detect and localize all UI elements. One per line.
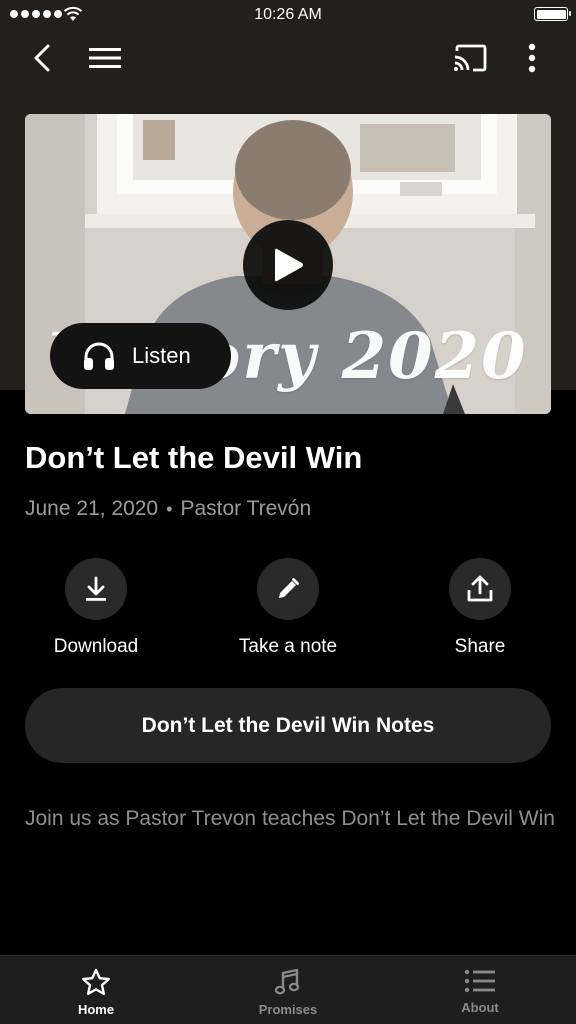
listen-button[interactable]: Listen — [50, 323, 231, 389]
download-label: Download — [53, 636, 139, 657]
download-action[interactable]: Download — [21, 558, 171, 658]
sermon-meta: June 21, 2020 • Pastor Trevón — [25, 497, 311, 521]
share-action[interactable]: Share — [405, 558, 555, 658]
battery-icon — [534, 7, 571, 21]
sermon-detail-screen: 10:26 AM Victory 2020 Listen Don’t Let t… — [0, 0, 576, 1024]
share-icon — [467, 575, 493, 602]
tab-promises-label: Promises — [258, 1002, 318, 1017]
play-button[interactable] — [243, 220, 333, 310]
hamburger-icon — [89, 48, 121, 68]
menu-button[interactable] — [83, 38, 127, 78]
tab-about-label: About — [461, 1000, 499, 1015]
sermon-thumbnail[interactable]: Victory 2020 Listen — [25, 114, 551, 414]
sermon-notes-button[interactable]: Don’t Let the Devil Win Notes — [25, 688, 551, 763]
headphones-icon — [84, 342, 114, 370]
sermon-title: Don’t Let the Devil Win — [25, 440, 363, 475]
take-note-label: Take a note — [238, 636, 338, 657]
status-bar: 10:26 AM — [0, 0, 576, 30]
more-options-button[interactable] — [510, 38, 554, 78]
tab-home-label: Home — [77, 1002, 115, 1017]
download-button[interactable] — [65, 558, 127, 620]
cast-icon — [454, 44, 487, 72]
chevron-left-icon — [34, 44, 50, 72]
play-icon — [275, 248, 303, 282]
share-button[interactable] — [449, 558, 511, 620]
music-note-icon — [274, 968, 300, 995]
star-icon — [82, 968, 110, 996]
pencil-icon — [279, 578, 299, 598]
list-icon — [464, 969, 495, 993]
take-note-button[interactable] — [257, 558, 319, 620]
back-button[interactable] — [20, 38, 64, 78]
sermon-date: June 21, 2020 — [25, 497, 159, 520]
listen-label: Listen — [132, 343, 191, 368]
more-vertical-icon — [528, 43, 536, 73]
tab-bar: Home Promises About — [0, 955, 576, 1024]
cast-button[interactable] — [448, 38, 492, 78]
download-icon — [86, 576, 106, 601]
share-label: Share — [454, 636, 506, 657]
sermon-speaker: Pastor Trevón — [180, 497, 312, 520]
tab-promises[interactable]: Promises — [192, 956, 384, 1024]
status-time: 10:26 AM — [254, 6, 322, 23]
meta-separator: • — [166, 498, 173, 519]
take-note-action[interactable]: Take a note — [213, 558, 363, 658]
tab-home[interactable]: Home — [0, 956, 192, 1024]
sermon-description: Join us as Pastor Trevon teaches Don’t L… — [25, 807, 555, 830]
tab-about[interactable]: About — [384, 956, 576, 1024]
